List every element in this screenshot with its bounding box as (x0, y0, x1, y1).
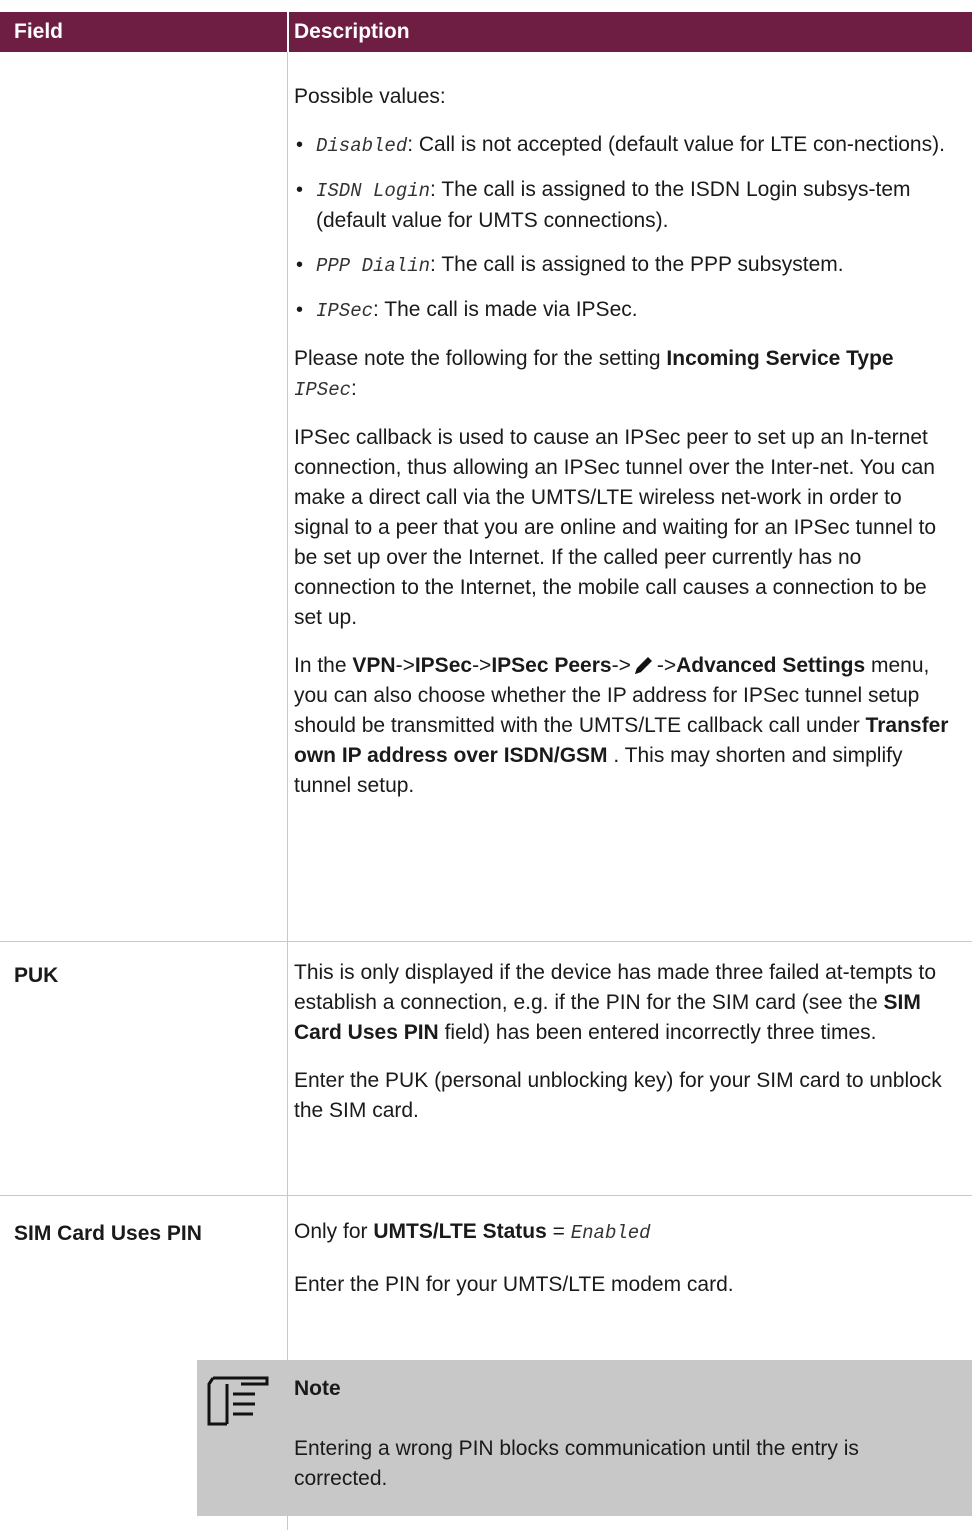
field-sim-card-uses-pin: SIM Card Uses PIN (14, 1222, 202, 1245)
header-description: Description (294, 20, 410, 43)
value-code: PPP Dialin (316, 255, 431, 277)
note-bold: Incoming Service Type (666, 347, 894, 370)
note-text: Entering a wrong PIN blocks communicatio… (294, 1437, 859, 1490)
value-code: IPSec (316, 300, 374, 322)
puk-para-1: This is only displayed if the device has… (294, 958, 954, 1048)
note-pre: Please note the following for the settin… (294, 347, 667, 370)
possible-values-label: Possible values: (294, 85, 446, 108)
puk-pre: This is only displayed if the device has… (294, 961, 936, 1014)
menu-peers: IPSec Peers (491, 654, 612, 677)
pointing-hand-icon (207, 1376, 269, 1426)
list-item: PPP Dialin: The call is assigned to the … (294, 250, 954, 281)
list-item: IPSec: The call is made via IPSec. (294, 295, 954, 326)
description-sim-pin: Only for UMTS/LTE Status = Enabled Enter… (294, 1217, 954, 1318)
pin-only-for: Only for UMTS/LTE Status = Enabled (294, 1217, 954, 1248)
ipsec-note-para: Please note the following for the settin… (294, 344, 954, 405)
pin-only-eq: = (546, 1220, 571, 1243)
menu-sep: -> (395, 654, 415, 677)
header-divider (287, 12, 289, 52)
pencil-icon (634, 657, 652, 674)
note-code: IPSec (294, 379, 352, 401)
field-puk: PUK (14, 964, 59, 987)
list-item: ISDN Login: The call is assigned to the … (294, 175, 954, 236)
value-text: : The call is made via IPSec. (373, 298, 638, 321)
menu-ipsec: IPSec (414, 654, 473, 677)
value-text: : Call is not accepted (default value fo… (407, 133, 945, 156)
header-field: Field (14, 20, 64, 43)
puk-para-2: Enter the PUK (personal unblocking key) … (294, 1069, 942, 1122)
description-incoming-service: Possible values: Disabled: Call is not a… (294, 82, 954, 819)
pin-only-bold: UMTS/LTE Status (373, 1220, 547, 1243)
value-code: ISDN Login (316, 180, 431, 202)
callback-para: IPSec callback is used to cause an IPSec… (294, 426, 937, 629)
row-divider (0, 941, 972, 942)
value-text: : The call is assigned to the PPP subsys… (430, 253, 844, 276)
pin-only-code: Enabled (570, 1222, 651, 1244)
pin-only-pre: Only for (294, 1220, 374, 1243)
menu-sep: -> (472, 654, 492, 677)
menu-pre: In the (294, 654, 353, 677)
column-divider (287, 52, 288, 1530)
menu-vpn: VPN (352, 654, 396, 677)
menu-sep: -> (611, 654, 631, 677)
list-item: Disabled: Call is not accepted (default … (294, 130, 954, 161)
menu-advanced: Advanced Settings (676, 654, 866, 677)
note-post: : (351, 377, 357, 400)
value-code: Disabled (316, 135, 408, 157)
pin-para-2: Enter the PIN for your UMTS/LTE modem ca… (294, 1273, 734, 1296)
description-puk: This is only displayed if the device has… (294, 958, 954, 1144)
possible-values-list: Disabled: Call is not accepted (default … (294, 130, 954, 326)
row-divider (0, 1195, 972, 1196)
table-header: Field Description (0, 12, 972, 52)
puk-post: field) has been entered incorrectly thre… (438, 1021, 877, 1044)
menu-sep: -> (656, 654, 677, 677)
menu-path-para: In the VPN->IPSec->IPSec Peers-> ->Advanc… (294, 651, 954, 801)
note-title: Note (294, 1377, 341, 1400)
